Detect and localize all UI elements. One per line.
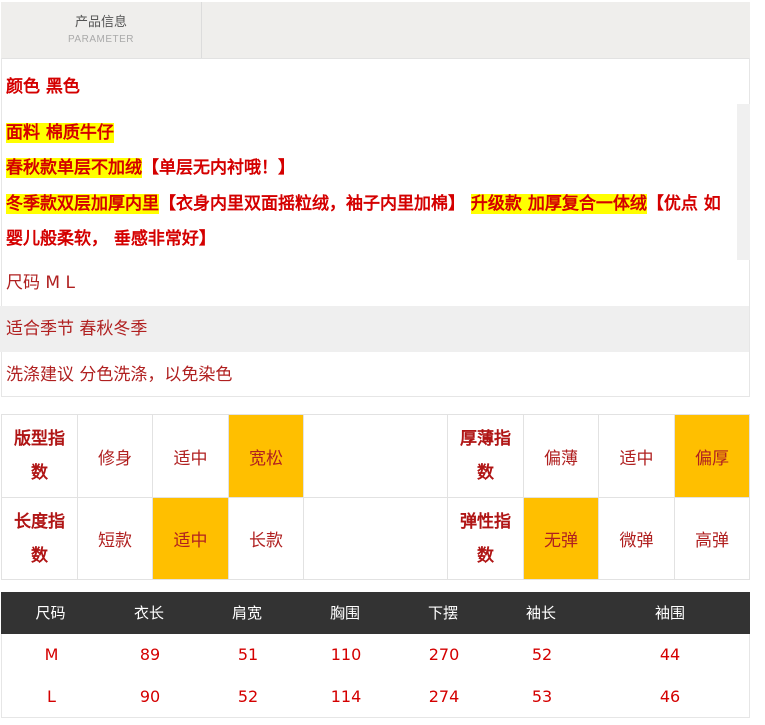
table-cell: M [44, 645, 59, 664]
table-cell: 46 [659, 687, 681, 706]
fit-option: 修身 [78, 415, 153, 498]
spring-highlight: 春秋款单层不加绒 [6, 158, 142, 178]
fit-option-selected: 宽松 [229, 415, 304, 498]
winter-line: 冬季款双层加厚内里【衣身内里双面摇粒绒，袖子内里加棉】 升级款 加厚复合一体绒【… [6, 187, 732, 257]
table-cell: L [47, 687, 56, 706]
col-header-cuff: 袖围 [654, 604, 685, 622]
fabric-text: 面料 棉质牛仔 [6, 123, 114, 143]
col-header-hem: 下摆 [427, 604, 458, 622]
table-cell: 270 [428, 645, 460, 664]
upgrade-highlight: 升级款 加厚复合一体绒 [470, 194, 647, 214]
table-cell: 89 [139, 645, 161, 664]
table-cell: 52 [531, 645, 553, 664]
grid-spacer [304, 498, 448, 579]
spring-note: 【单层无内衬哦！】 [142, 158, 295, 178]
table-cell: 51 [237, 645, 259, 664]
thickness-option: 适中 [599, 415, 675, 498]
season-line: 适合季节 春秋冬季 [0, 306, 749, 352]
col-header-sleeve: 袖长 [525, 604, 556, 622]
scrollbar[interactable] [737, 104, 750, 260]
fit-index-label: 版型指数 [2, 415, 78, 498]
winter-highlight: 冬季款双层加厚内里 [6, 194, 159, 214]
parameter-subtitle: PARAMETER [68, 34, 134, 45]
size-table-header: 尺码 衣长 肩宽 胸围 下摆 袖长 袖围 [1, 592, 750, 634]
fit-option: 适中 [153, 415, 229, 498]
parameter-header: 产品信息 PARAMETER [1, 2, 750, 59]
color-line: 颜色 黑色 [6, 77, 80, 97]
elasticity-option-selected: 无弹 [524, 498, 599, 579]
length-option-selected: 适中 [153, 498, 229, 579]
table-cell: 53 [531, 687, 553, 706]
winter-note: 【衣身内里双面摇粒绒，袖子内里加棉】 [159, 194, 465, 214]
thickness-option: 偏薄 [524, 415, 599, 498]
wash-line: 洗涤建议 分色洗涤，以免染色 [6, 365, 233, 385]
length-option: 长款 [229, 498, 304, 579]
spring-line: 春秋款单层不加绒【单层无内衬哦！】 [6, 153, 295, 178]
col-header-chest: 胸围 [329, 604, 360, 622]
table-cell: 90 [139, 687, 161, 706]
col-header-shoulder: 肩宽 [231, 604, 262, 622]
grid-spacer [304, 415, 448, 498]
table-cell: 52 [237, 687, 259, 706]
col-header-length: 衣长 [133, 604, 164, 622]
parameter-tab[interactable]: 产品信息 PARAMETER [1, 2, 202, 58]
table-cell: 114 [330, 687, 362, 706]
thickness-index-label: 厚薄指数 [448, 415, 524, 498]
length-option: 短款 [78, 498, 153, 579]
fabric-line: 面料 棉质牛仔 [6, 118, 114, 143]
table-cell: 110 [330, 645, 362, 664]
elasticity-option: 微弹 [599, 498, 675, 579]
parameter-title: 产品信息 [74, 15, 127, 30]
elasticity-index-label: 弹性指数 [448, 498, 524, 579]
thickness-option-selected: 偏厚 [675, 415, 749, 498]
table-cell: 274 [428, 687, 460, 706]
col-header-size: 尺码 [35, 604, 66, 622]
elasticity-option: 高弹 [695, 531, 729, 551]
size-table-body: M 89 51 110 270 52 44 L 90 52 114 274 53… [1, 634, 750, 718]
index-grid: 版型指数 修身 适中 宽松 厚薄指数 偏薄 适中 偏厚 长度指数 短款 适中 长… [1, 414, 750, 580]
size-line: 尺码 M L [6, 273, 75, 293]
table-cell: 44 [659, 645, 681, 664]
length-index-label: 长度指数 [2, 498, 78, 579]
